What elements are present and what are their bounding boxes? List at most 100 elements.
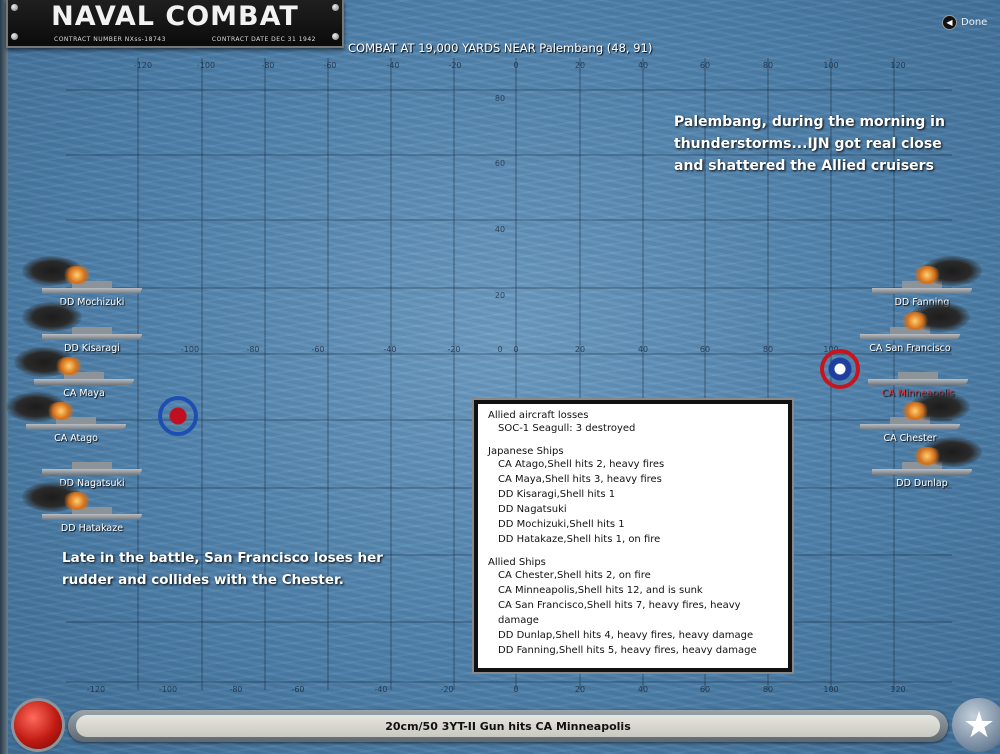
top-tick-label: -80 xyxy=(261,61,274,70)
report-line: DD Nagatsuki xyxy=(498,504,567,515)
combat-report: Allied aircraft losses SOC-1 Seagull: 3 … xyxy=(472,398,794,674)
combat-location: COMBAT AT 19,000 YARDS NEAR Palembang (4… xyxy=(348,41,653,55)
ship-hull xyxy=(860,424,960,430)
contract-date: CONTRACT DATE DEC 31 1942 xyxy=(211,36,316,43)
top-tick-label: -120 xyxy=(134,61,152,70)
ship-hull xyxy=(42,288,142,294)
allied-ship[interactable]: CA Minneapolis xyxy=(868,353,968,399)
top-tick-label: 80 xyxy=(763,61,773,70)
japanese-ships-header: Japanese Ships xyxy=(488,446,564,457)
japanese-ship[interactable]: DD Kisaragi xyxy=(22,302,142,354)
bottom-tick-label: -100 xyxy=(159,685,177,694)
ship-superstructure xyxy=(898,372,938,379)
ship-hull xyxy=(42,514,142,520)
report-line: DD Mochizuki,Shell hits 1 xyxy=(498,519,625,530)
y-tick-label: 0 xyxy=(497,345,502,354)
done-icon: ◀ xyxy=(942,15,957,30)
fire-effect xyxy=(46,402,76,420)
ship-hull xyxy=(860,334,960,340)
report-line: CA Atago,Shell hits 2, heavy fires xyxy=(498,459,665,470)
japanese-ship[interactable]: CA Maya xyxy=(14,347,134,399)
report-line: CA Chester,Shell hits 2, on fire xyxy=(498,570,651,581)
top-tick-label: -20 xyxy=(448,61,461,70)
fire-effect xyxy=(54,357,84,375)
fire-effect xyxy=(912,266,942,284)
allied-ship[interactable]: CA San Francisco xyxy=(860,302,970,354)
smoke-effect xyxy=(22,302,82,332)
mid-tick-label: 40 xyxy=(638,345,648,354)
ship-hull xyxy=(34,379,134,385)
fire-effect xyxy=(900,312,930,330)
top-tick-label: 60 xyxy=(700,61,710,70)
ship-hull xyxy=(868,379,968,385)
fire-effect xyxy=(912,447,942,465)
mid-tick-label: 80 xyxy=(763,345,773,354)
bottom-tick-label: -20 xyxy=(440,685,453,694)
report-line: CA Minneapolis,Shell hits 12, and is sun… xyxy=(498,585,703,596)
bottom-tick-label: -40 xyxy=(374,685,387,694)
japanese-ship[interactable]: DD Mochizuki xyxy=(22,256,142,308)
mid-tick-label: -100 xyxy=(181,345,199,354)
aircraft-losses-header: Allied aircraft losses xyxy=(488,410,589,421)
status-bar: 20cm/50 3YT-II Gun hits CA Minneapolis xyxy=(68,710,948,742)
top-tick-label: 40 xyxy=(638,61,648,70)
red-action-button[interactable] xyxy=(14,701,62,749)
top-tick-label: 20 xyxy=(575,61,585,70)
battle-note-top: Palembang, during the morning in thunder… xyxy=(674,114,945,174)
top-tick-label: 120 xyxy=(890,61,905,70)
report-line: DD Dunlap,Shell hits 4, heavy fires, hea… xyxy=(498,630,754,641)
y-tick-label: 40 xyxy=(495,225,505,234)
bottom-tick-label: 80 xyxy=(763,685,773,694)
ship-label: DD Hatakaze xyxy=(60,523,124,534)
mid-tick-label: 60 xyxy=(700,345,710,354)
mid-tick-label: 0 xyxy=(513,345,518,354)
allied-ship[interactable]: DD Dunlap xyxy=(872,437,982,489)
fire-effect xyxy=(900,402,930,420)
bottom-tick-label: -60 xyxy=(291,685,304,694)
ship-hull xyxy=(872,288,972,294)
bottom-tick-label: 60 xyxy=(700,685,710,694)
bottom-tick-label: -80 xyxy=(229,685,242,694)
ship-hull xyxy=(26,424,126,430)
report-line: DD Fanning,Shell hits 5, heavy fires, he… xyxy=(498,645,757,656)
battle-note-bottom: Late in the battle, San Francisco loses … xyxy=(62,550,383,588)
allied-ship[interactable]: DD Fanning xyxy=(872,256,982,308)
bottom-tick-label: 0 xyxy=(513,685,518,694)
ship-hull xyxy=(872,469,972,475)
mid-tick-label: -80 xyxy=(246,345,259,354)
done-button[interactable]: ◀ Done xyxy=(942,15,987,30)
bottom-tick-label: 40 xyxy=(638,685,648,694)
top-tick-label: 100 xyxy=(823,61,838,70)
y-tick-label: 20 xyxy=(495,291,505,300)
report-line: DD Kisaragi,Shell hits 1 xyxy=(498,489,616,500)
allied-target-reticle[interactable] xyxy=(820,349,860,389)
bottom-tick-label: 120 xyxy=(890,685,905,694)
ship-hull xyxy=(42,469,142,475)
y-tick-label: 60 xyxy=(495,159,505,168)
top-tick-label: -40 xyxy=(386,61,399,70)
bottom-tick-label: -120 xyxy=(87,685,105,694)
ship-superstructure xyxy=(72,327,112,334)
japanese-ship[interactable]: DD Hatakaze xyxy=(22,482,142,534)
top-tick-label: -100 xyxy=(197,61,215,70)
fire-effect xyxy=(62,492,92,510)
japanese-target-reticle[interactable] xyxy=(158,396,198,436)
top-tick-label: 0 xyxy=(513,61,518,70)
report-line: DD Hatakaze,Shell hits 1, on fire xyxy=(498,534,661,545)
game-title: NAVAL COMBAT xyxy=(51,1,299,32)
done-label: Done xyxy=(961,17,988,28)
report-line: CA Maya,Shell hits 3, heavy fires xyxy=(498,474,662,485)
ship-label: DD Dunlap xyxy=(896,478,948,489)
status-message: 20cm/50 3YT-II Gun hits CA Minneapolis xyxy=(76,715,940,737)
allied-star-icon[interactable]: ★ xyxy=(952,698,1000,752)
ship-superstructure xyxy=(72,462,112,469)
mid-tick-label: -60 xyxy=(311,345,324,354)
allied-ships-header: Allied Ships xyxy=(488,557,546,568)
y-tick-label: 80 xyxy=(495,94,505,103)
mid-tick-label: 20 xyxy=(575,345,585,354)
report-line: SOC-1 Seagull: 3 destroyed xyxy=(498,423,636,434)
title-plate: NAVAL COMBAT CONTRACT NUMBER NXss-18743 … xyxy=(6,0,344,48)
mid-tick-label: -20 xyxy=(447,345,460,354)
ship-hull xyxy=(42,334,142,340)
japanese-ship[interactable]: CA Atago xyxy=(6,392,126,444)
